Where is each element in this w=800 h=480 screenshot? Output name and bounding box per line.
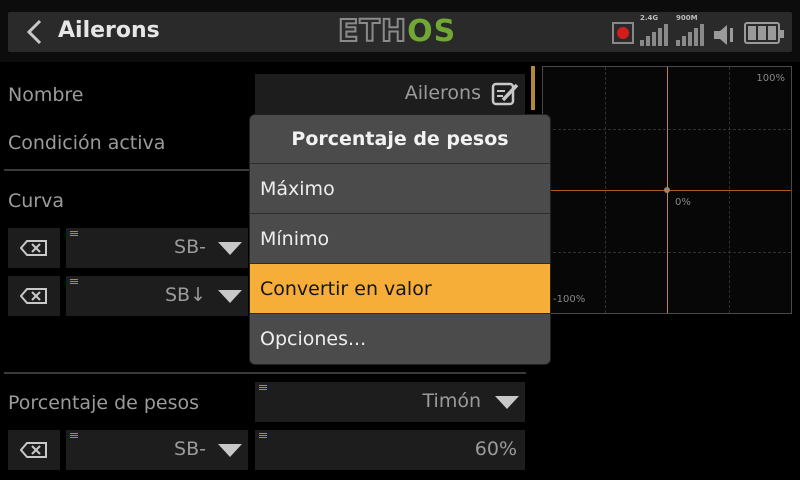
dropdown-chevron-icon xyxy=(495,396,519,409)
handle-icon xyxy=(259,385,267,391)
logo-main: ETH xyxy=(337,13,408,50)
delete-icon xyxy=(20,442,47,458)
weight-source-select[interactable]: Timón xyxy=(255,382,525,422)
delete-button-2[interactable] xyxy=(8,276,60,316)
graph-bottom-label: -100% xyxy=(553,294,586,305)
weight-switch: SB- xyxy=(174,438,206,460)
logo-accent: OS xyxy=(407,14,457,49)
handle-icon xyxy=(70,279,78,285)
delete-icon xyxy=(20,288,47,304)
curve-switch-2: SB↓ xyxy=(164,284,206,306)
weight-value-field[interactable]: 60% xyxy=(255,430,525,470)
condition-label: Condición activa xyxy=(8,132,166,154)
signal-900m-icon: 900M xyxy=(676,14,706,48)
handle-icon xyxy=(70,433,78,439)
name-field[interactable]: Ailerons xyxy=(255,74,525,114)
edit-icon xyxy=(491,82,519,106)
name-value: Ailerons xyxy=(404,82,481,104)
signal-2g4-icon: 2.4G xyxy=(640,14,670,48)
weight-label: Porcentaje de pesos xyxy=(8,392,200,414)
divider xyxy=(4,372,526,374)
weight-options-popup: Porcentaje de pesos Máximo Mínimo Conver… xyxy=(250,115,550,364)
divider xyxy=(4,169,252,171)
graph-center-point xyxy=(664,187,670,193)
popup-title: Porcentaje de pesos xyxy=(250,115,550,164)
dropdown-chevron-icon xyxy=(218,444,242,457)
signal-2g4-label: 2.4G xyxy=(640,14,659,22)
dropdown-chevron-icon xyxy=(218,242,242,255)
handle-icon xyxy=(259,433,267,439)
record-icon[interactable] xyxy=(612,22,634,44)
ethos-logo: ETHOS xyxy=(337,13,457,50)
scrollbar[interactable] xyxy=(531,66,535,110)
delete-icon xyxy=(20,240,47,256)
curve-switch-select-1[interactable]: SB- xyxy=(66,228,248,268)
popup-item-minimum[interactable]: Mínimo xyxy=(250,214,550,264)
top-bar: Ailerons ETHOS 2.4G 900M xyxy=(0,0,800,62)
back-button[interactable] xyxy=(14,14,54,50)
name-label: Nombre xyxy=(8,84,84,106)
popup-item-maximum[interactable]: Máximo xyxy=(250,164,550,214)
weight-source: Timón xyxy=(422,390,481,412)
back-arrow-icon xyxy=(26,19,42,45)
curve-label: Curva xyxy=(8,190,65,212)
page-title: Ailerons xyxy=(58,18,160,43)
graph-top-label: 100% xyxy=(756,73,785,84)
battery-icon xyxy=(744,22,784,44)
weight-switch-select[interactable]: SB- xyxy=(66,430,248,470)
popup-item-options[interactable]: Opciones... xyxy=(250,314,550,364)
curve-switch-1: SB- xyxy=(174,236,206,258)
curve-switch-select-2[interactable]: SB↓ xyxy=(66,276,248,316)
dropdown-chevron-icon xyxy=(218,290,242,303)
handle-icon xyxy=(70,231,78,237)
volume-icon[interactable] xyxy=(712,22,738,48)
graph-center-label: 0% xyxy=(675,197,691,208)
status-icons: 2.4G 900M xyxy=(612,14,784,48)
delete-button-3[interactable] xyxy=(8,430,60,470)
weight-value: 60% xyxy=(474,438,517,460)
signal-900m-label: 900M xyxy=(676,14,698,22)
curve-graph: 100% 0% -100% xyxy=(542,66,792,314)
delete-button-1[interactable] xyxy=(8,228,60,268)
popup-item-convert-to-value[interactable]: Convertir en valor xyxy=(250,264,550,314)
